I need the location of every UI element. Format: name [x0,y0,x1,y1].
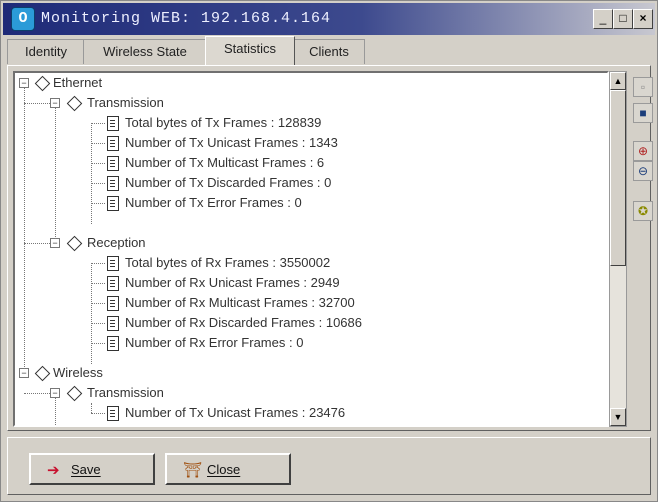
tree-leaf-eth-tx-multicast[interactable]: Number of Tx Multicast Frames : 6 [125,153,324,173]
tab-wireless-state[interactable]: Wireless State [83,39,207,64]
statistics-tree[interactable]: − Ethernet − Transmission Total bytes of… [13,71,609,427]
scroll-down-button[interactable]: ▼ [610,408,626,426]
title-bar[interactable]: O Monitoring WEB: 192.168.4.164 _ □ × [3,3,655,35]
node-icon [34,365,51,382]
scroll-thumb[interactable] [610,90,626,266]
zoom-out-icon[interactable]: ⊖ [633,161,653,181]
document-icon [107,406,119,421]
document-icon [107,136,119,151]
node-icon [66,95,83,112]
tree-leaf-wl-tx-unicast[interactable]: Number of Tx Unicast Frames : 23476 [125,403,345,423]
expander-ethernet[interactable]: − [19,78,29,88]
save-arrow-icon: ➔ [47,462,60,479]
tree-leaf-eth-tx-discarded[interactable]: Number of Tx Discarded Frames : 0 [125,173,331,193]
expander-eth-transmission[interactable]: − [50,98,60,108]
tree-leaf-eth-tx-error[interactable]: Number of Tx Error Frames : 0 [125,193,302,213]
stop-icon[interactable]: ■ [633,103,653,123]
document-icon [107,176,119,191]
bulb-icon[interactable]: ✪ [633,201,653,221]
close-button-label: Close [207,462,241,477]
tree-leaf-eth-rx-multicast[interactable]: Number of Rx Multicast Frames : 32700 [125,293,355,313]
expander-wl-transmission[interactable]: − [50,388,60,398]
tree-leaf-eth-rx-total-bytes[interactable]: Total bytes of Rx Frames : 3550002 [125,253,330,273]
window-icon[interactable]: ▫ [633,77,653,97]
save-button-label: Save [71,462,101,477]
document-icon [107,296,119,311]
monitoring-window: O Monitoring WEB: 192.168.4.164 _ □ × Id… [0,0,658,502]
document-icon [107,256,119,271]
close-window-button[interactable]: × [633,9,653,29]
tree-leaf-eth-tx-total-bytes[interactable]: Total bytes of Tx Frames : 128839 [125,113,321,133]
tree-leaf-eth-rx-error[interactable]: Number of Rx Error Frames : 0 [125,333,303,353]
maximize-button[interactable]: □ [613,9,633,29]
node-icon [66,385,83,402]
window-title: Monitoring WEB: 192.168.4.164 [41,10,332,27]
document-icon [107,316,119,331]
minimize-button[interactable]: _ [593,9,613,29]
tree-leaf-eth-rx-discarded[interactable]: Number of Rx Discarded Frames : 10686 [125,313,362,333]
tree-node-wireless[interactable]: Wireless [53,363,103,383]
tree-leaf-eth-tx-unicast[interactable]: Number of Tx Unicast Frames : 1343 [125,133,338,153]
tab-clients[interactable]: Clients [293,39,365,64]
door-exit-icon: ⛩ [183,462,203,479]
zoom-in-icon[interactable]: ⊕ [633,141,653,161]
tree-node-wl-transmission[interactable]: Transmission [87,383,164,403]
document-icon [107,156,119,171]
close-button[interactable]: ⛩ Close [165,453,291,485]
tab-identity[interactable]: Identity [7,39,85,64]
document-icon [107,196,119,211]
document-icon [107,276,119,291]
node-icon [34,75,51,92]
tree-leaf-eth-rx-unicast[interactable]: Number of Rx Unicast Frames : 2949 [125,273,340,293]
expander-wireless[interactable]: − [19,368,29,378]
tab-statistics[interactable]: Statistics [205,36,295,65]
scroll-up-button[interactable]: ▲ [610,72,626,90]
expander-eth-reception[interactable]: − [50,238,60,248]
tree-node-ethernet[interactable]: Ethernet [53,73,102,93]
document-icon [107,336,119,351]
vertical-scrollbar[interactable]: ▲ ▼ [609,71,627,427]
document-icon [107,116,119,131]
tree-node-eth-transmission[interactable]: Transmission [87,93,164,113]
tree-node-eth-reception[interactable]: Reception [87,233,146,253]
node-icon [66,235,83,252]
app-icon: O [11,7,35,31]
save-button[interactable]: ➔ Save [29,453,155,485]
